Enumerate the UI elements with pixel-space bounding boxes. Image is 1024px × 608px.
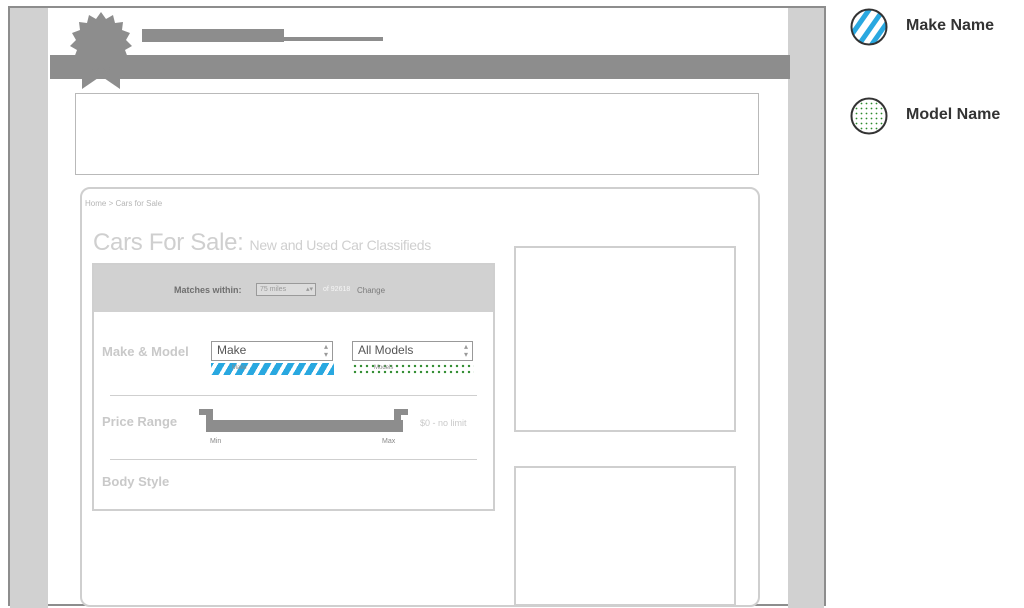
site-title-placeholder [142,29,284,42]
page-subtitle: New and Used Car Classifieds [249,237,432,253]
model-caption: Models [374,365,394,371]
model-select[interactable]: All Models ▴ ▾ [352,341,473,361]
zip-text: of 92618 [323,286,351,293]
radius-value: 75 miles [260,286,287,293]
ribbon-badge-icon[interactable] [68,10,134,90]
site-tagline-placeholder [284,37,383,41]
legend-model-label: Model Name [906,106,1001,123]
header-nav-bar [50,55,790,79]
select-arrows-icon: ▴▾ [463,342,468,359]
right-gutter [788,8,824,608]
make-name-highlight [211,363,334,375]
price-slider-track[interactable] [206,420,403,432]
divider [110,395,477,396]
divider [110,459,477,460]
price-max-handle[interactable] [394,409,408,425]
price-min-handle[interactable] [199,409,213,425]
ad-placeholder [514,466,736,606]
select-arrows-icon: ▴▾ [323,342,328,359]
breadcrumb[interactable]: Home > Cars for Sale [85,199,162,208]
legend-make-label: Make Name [906,17,995,34]
make-caption: Make [232,365,247,371]
ad-placeholder [514,246,736,432]
change-location-link[interactable]: Change [357,286,385,295]
price-range-label: Price Range [102,414,178,429]
price-range-value: $0 - no limit [420,418,467,428]
price-max-label: Max [382,438,396,445]
model-name-highlight [352,363,474,375]
make-select[interactable]: Make ▴ ▾ [211,341,333,361]
make-select-value: Make [217,343,247,357]
blue-striped-circle-icon [850,8,888,46]
green-dotted-circle-icon [850,97,888,135]
radius-select[interactable]: 75 miles ▴▾ [256,283,316,296]
body-style-label[interactable]: Body Style [102,474,169,489]
page-title-main: Cars For Sale: [93,229,244,256]
make-model-label: Make & Model [102,344,189,359]
matches-label: Matches within: [174,285,242,295]
select-arrows-icon: ▴▾ [305,286,313,293]
price-min-label: Min [210,438,222,445]
model-select-value: All Models [358,343,414,357]
banner-placeholder [75,93,759,175]
left-gutter [10,8,48,608]
page-title: Cars For Sale: New and Used Car Classifie… [93,229,431,257]
